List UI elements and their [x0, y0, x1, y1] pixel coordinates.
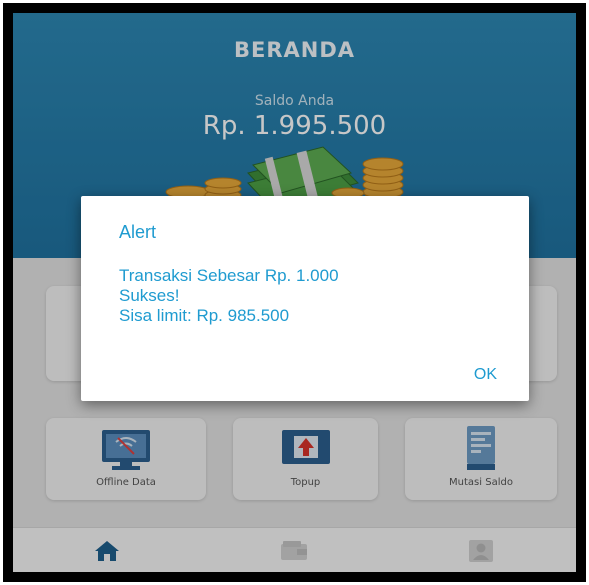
alert-title: Alert — [119, 222, 157, 242]
alert-dialog: Alert Transaksi Sebesar Rp. 1.000 Sukses… — [81, 196, 529, 401]
alert-message-line-2: Sukses! — [119, 286, 180, 305]
alert-message: Transaksi Sebesar Rp. 1.000 Sukses! Sisa… — [119, 266, 339, 326]
alert-message-line-1: Transaksi Sebesar Rp. 1.000 — [119, 266, 339, 285]
screenshot-frame: BERANDA Saldo Anda Rp. 1.995.500 Offline… — [3, 3, 586, 582]
ok-button[interactable]: OK — [466, 362, 505, 388]
alert-message-line-3: Sisa limit: Rp. 985.500 — [119, 306, 290, 325]
app-screen: BERANDA Saldo Anda Rp. 1.995.500 Offline… — [13, 13, 576, 572]
